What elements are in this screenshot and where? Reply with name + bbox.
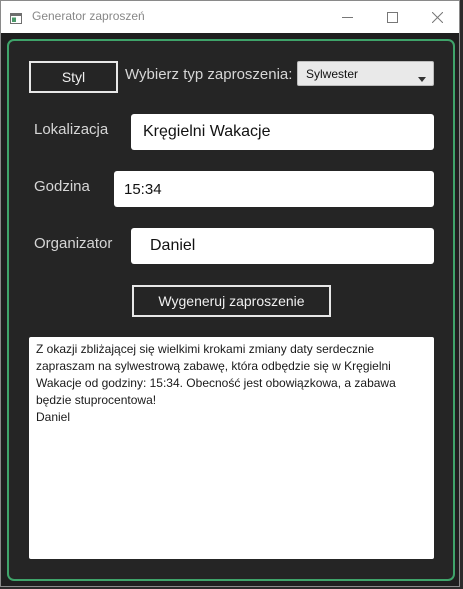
invitation-type-select[interactable]: Sylwester	[297, 61, 434, 86]
style-button[interactable]: Styl	[29, 61, 118, 93]
window-title: Generator zaproszeń	[32, 9, 145, 23]
location-value: Kręgielni Wakacje	[143, 123, 271, 140]
app-window-icon	[10, 11, 22, 24]
select-value: Sylwester	[306, 66, 359, 81]
invitation-output[interactable]: Z okazji zbliżającej się wielkimi krokam…	[29, 337, 434, 559]
type-label: Wybierz typ zaproszenia:	[125, 66, 293, 83]
main-panel: Styl Wybierz typ zaproszenia: Sylwester …	[7, 39, 455, 581]
dropdown-arrow-icon	[418, 71, 426, 85]
location-label: Lokalizacja	[34, 121, 109, 138]
generate-button[interactable]: Wygeneruj zaproszenie	[132, 285, 331, 317]
maximize-icon	[386, 11, 398, 23]
close-icon	[431, 11, 443, 23]
maximize-button[interactable]	[369, 1, 415, 33]
minimize-button[interactable]	[324, 1, 370, 33]
organizer-value: Daniel	[150, 237, 196, 254]
time-input[interactable]: 15:34	[114, 171, 434, 207]
time-label: Godzina	[34, 178, 90, 195]
close-button[interactable]	[414, 1, 460, 33]
app-window: Generator zaproszeń Styl Wybierz typ zap…	[0, 0, 460, 587]
organizer-label: Organizator	[34, 235, 113, 252]
location-input[interactable]: Kręgielni Wakacje	[131, 114, 434, 150]
minimize-icon	[341, 16, 353, 18]
organizer-input[interactable]: Daniel	[131, 228, 434, 264]
time-value: 15:34	[124, 180, 162, 198]
title-bar: Generator zaproszeń	[1, 1, 459, 33]
